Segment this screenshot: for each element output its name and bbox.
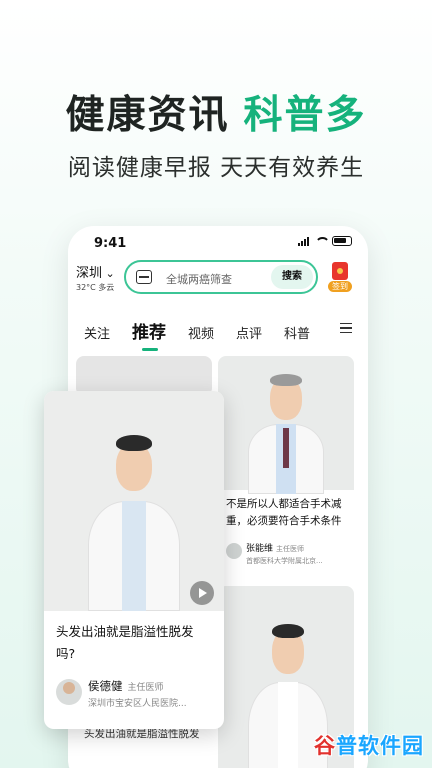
article-image (218, 356, 354, 494)
article-title: 头发出油就是脂溢性脱发吗? (56, 624, 194, 661)
watermark-logo: 谷普软件园 (314, 734, 424, 758)
featured-article-card[interactable]: 头发出油就是脂溢性脱发吗? 侯德健 主任医师 深圳市宝安区人民医院... (44, 391, 224, 729)
location-selector[interactable]: 深圳 32°C 多云 (76, 262, 115, 293)
article-title: 不是所以人都适合手术减重，必须要符合手术条件 (226, 498, 342, 527)
tab-recommend[interactable]: 推荐 (132, 318, 166, 351)
search-bar[interactable]: 全城两癌筛查 搜索 (124, 260, 318, 294)
hero-title: 健康资讯 科普多 (0, 84, 432, 140)
signin-label: 签到 (328, 281, 352, 292)
author-hospital: 深圳市宝安区人民医院... (88, 699, 187, 709)
author-role: 主任医师 (276, 545, 305, 553)
scan-icon[interactable] (136, 270, 152, 284)
author-name: 张能维 (246, 544, 274, 554)
article-author: 张能维 主任医师 首都医科大学附属北京... (218, 530, 354, 566)
search-button[interactable]: 搜索 (271, 265, 313, 289)
tab-video[interactable]: 视频 (188, 323, 214, 342)
tab-science[interactable]: 科普 (284, 323, 310, 342)
article-image (44, 391, 224, 611)
hero-subtitle: 阅读健康早报 天天有效养生 (67, 155, 365, 181)
status-icons (298, 236, 352, 246)
weather-label: 32°C 多云 (76, 283, 115, 292)
status-time: 9:41 (94, 236, 127, 251)
category-tabs: 关注 推荐 视频 点评 科普 (84, 318, 332, 351)
article-author: 侯德健 主任医师 深圳市宝安区人民医院... (44, 665, 224, 709)
search-input[interactable]: 全城两癌筛查 (166, 271, 232, 287)
wifi-icon (314, 236, 330, 246)
play-icon[interactable] (190, 581, 214, 605)
city-label: 深圳 (76, 262, 115, 281)
author-name: 侯德健 (88, 679, 123, 693)
red-envelope-icon (332, 262, 348, 280)
signin-button[interactable]: 签到 (328, 262, 352, 294)
avatar (56, 679, 82, 705)
tab-follow[interactable]: 关注 (84, 323, 110, 342)
doctor-image (248, 372, 324, 494)
signal-icon (298, 236, 309, 246)
avatar (226, 543, 242, 559)
author-hospital: 首都医科大学附属北京... (246, 557, 323, 565)
feed-card-placeholder[interactable] (76, 356, 212, 396)
doctor-image (88, 431, 180, 611)
hero-title-main: 健康资讯 (65, 93, 230, 138)
tab-review[interactable]: 点评 (236, 323, 262, 342)
hero-title-highlight: 科普多 (243, 93, 367, 138)
battery-icon (332, 236, 352, 246)
menu-icon[interactable] (340, 323, 352, 333)
author-role: 主任医师 (127, 683, 164, 693)
article-card-right[interactable]: 不是所以人都适合手术减重，必须要符合手术条件 张能维 主任医师 首都医科大学附属北… (218, 356, 354, 578)
